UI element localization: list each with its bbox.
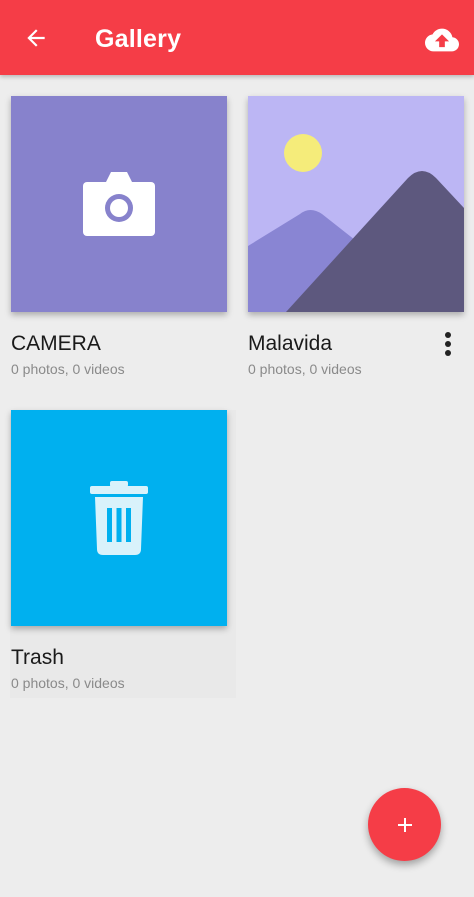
album-thumbnail — [11, 96, 227, 312]
album-camera[interactable]: CAMERA 0 photos, 0 videos — [11, 96, 227, 377]
album-thumbnail — [248, 96, 464, 312]
back-button[interactable] — [14, 16, 58, 60]
arrow-back-icon — [27, 29, 45, 47]
album-thumbnail — [11, 410, 227, 626]
album-count: 0 photos, 0 videos — [11, 361, 125, 377]
add-album-button[interactable] — [368, 788, 441, 861]
more-vert-icon — [445, 332, 451, 356]
app-bar: Gallery — [0, 0, 474, 75]
landscape-placeholder-icon — [248, 96, 464, 312]
page-title: Gallery — [95, 25, 182, 53]
album-trash[interactable]: Trash 0 photos, 0 videos — [11, 410, 227, 691]
album-count: 0 photos, 0 videos — [11, 675, 125, 691]
camera-icon — [83, 172, 155, 236]
upload-button[interactable] — [420, 18, 464, 62]
album-malavida[interactable]: Malavida 0 photos, 0 videos — [248, 96, 464, 377]
album-name: Malavida — [248, 332, 333, 355]
album-name: Trash — [11, 646, 64, 669]
cloud-upload-icon — [425, 28, 459, 52]
album-name: CAMERA — [11, 332, 101, 355]
add-icon — [397, 817, 412, 832]
album-count: 0 photos, 0 videos — [248, 361, 362, 377]
trash-icon — [90, 481, 148, 555]
album-more-button[interactable] — [432, 328, 464, 360]
